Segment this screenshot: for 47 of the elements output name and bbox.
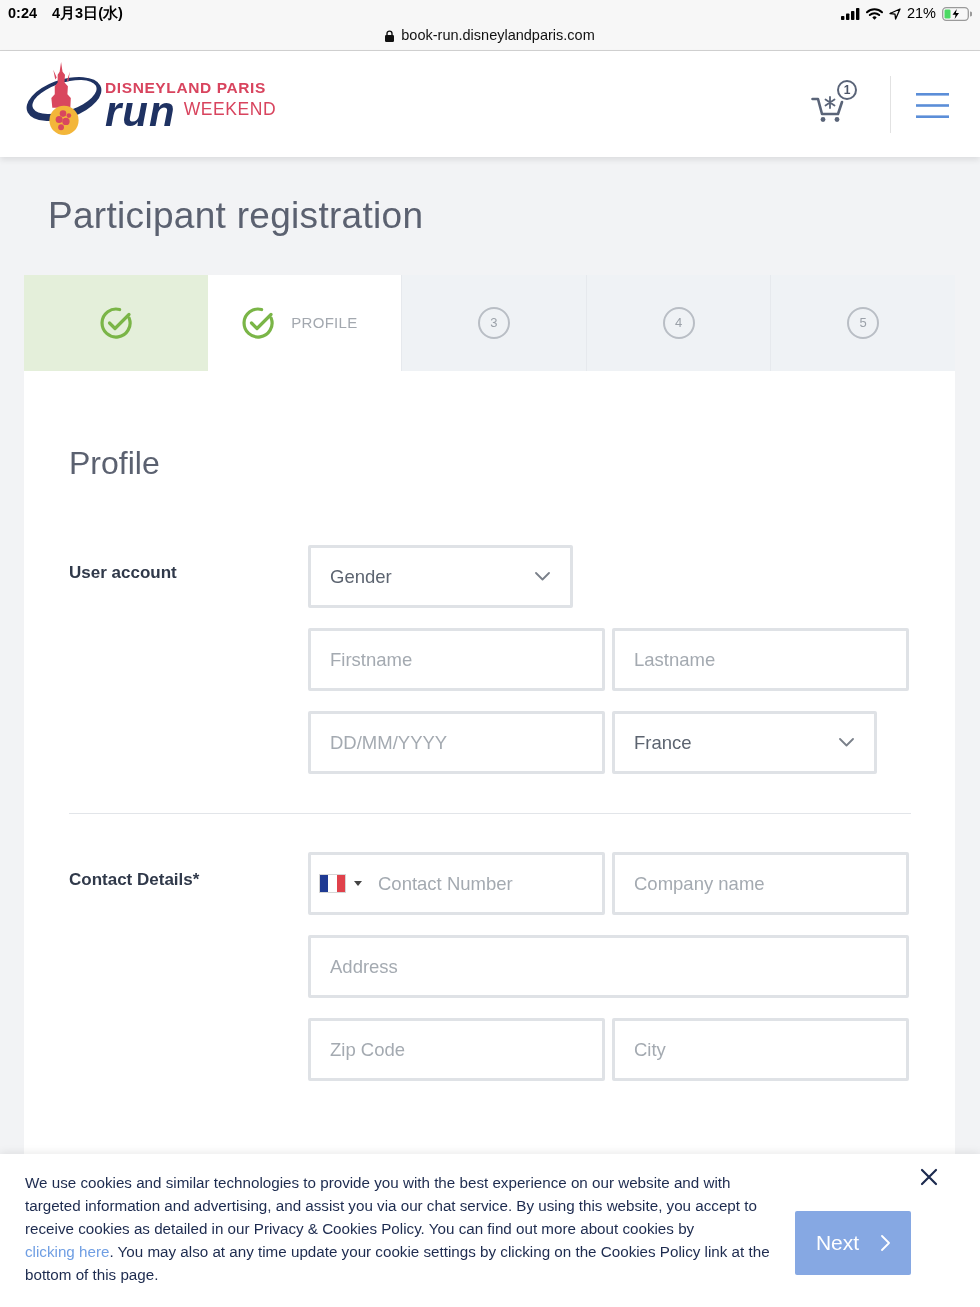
input-field[interactable]: City: [612, 1018, 909, 1081]
flag-icon: [319, 874, 346, 893]
phone-field[interactable]: Contact Number: [308, 852, 605, 915]
check-circle-icon: [241, 306, 276, 340]
input-field[interactable]: Company name: [612, 852, 909, 915]
chevron-right-icon: [881, 1235, 891, 1251]
cookie-notice-text: We use cookies and similar technologies to provide you with the best experience on our website and with targeted information and advertising, and assist you via our chat service. By using this website, you accept to receive cookies as detailed in our Privacy & Cookies Policy. You can find out more about cookies by clicking here. You may also at any time update your cookie settings by clicking on the Cookies Policy link at the bottom of this page.: [25, 1173, 771, 1285]
status-time: 0:24: [8, 3, 38, 23]
wifi-icon: [865, 7, 883, 20]
dropdown-field[interactable]: Gender: [308, 545, 573, 608]
check-circle-icon: [98, 306, 133, 340]
chevron-down-icon: [839, 738, 854, 747]
section-label: Contact Details*: [69, 869, 201, 891]
step-label: PROFILE: [291, 312, 358, 333]
address-url[interactable]: book-run.disneylandparis.com: [401, 25, 595, 47]
input-field[interactable]: Zip Code: [308, 1018, 605, 1081]
cart-count-badge: 1: [837, 80, 857, 100]
input-field[interactable]: Firstname: [308, 628, 605, 691]
logo-side-text: WEEKEND: [183, 99, 277, 119]
castle-emblem-icon: [25, 62, 103, 136]
signal-icon: [840, 7, 860, 20]
input-field[interactable]: DD/MM/YYYY: [308, 711, 605, 774]
battery-icon: [942, 6, 972, 21]
country-code-button[interactable]: [319, 874, 362, 893]
location-arrow-icon: [888, 7, 901, 20]
close-button[interactable]: [920, 1168, 938, 1186]
lock-icon: [385, 30, 395, 42]
status-date: 4月3日(水): [52, 3, 123, 23]
step-number: 5: [847, 307, 880, 339]
input-field[interactable]: Address: [308, 935, 909, 998]
menu-icon: [916, 92, 949, 118]
dropdown-field[interactable]: France: [612, 711, 877, 774]
menu-button[interactable]: [916, 92, 949, 118]
logo-large-text: run: [105, 96, 176, 128]
input-field[interactable]: Lastname: [612, 628, 909, 691]
phone-number-input[interactable]: Contact Number: [378, 869, 602, 898]
section-label: User account: [69, 562, 178, 584]
caret-down-icon: [354, 881, 362, 886]
cart-button[interactable]: 1: [811, 80, 857, 122]
logo-title-text: DISNEYLAND PARIS: [105, 80, 267, 96]
form-title: Profile: [69, 444, 161, 482]
battery-percent: 21%: [906, 3, 936, 23]
step-number: 3: [478, 307, 510, 339]
page-title: Participant registration: [47, 193, 425, 238]
step-number: 4: [662, 307, 695, 339]
close-icon: [920, 1168, 938, 1186]
chevron-down-icon: [535, 572, 550, 581]
